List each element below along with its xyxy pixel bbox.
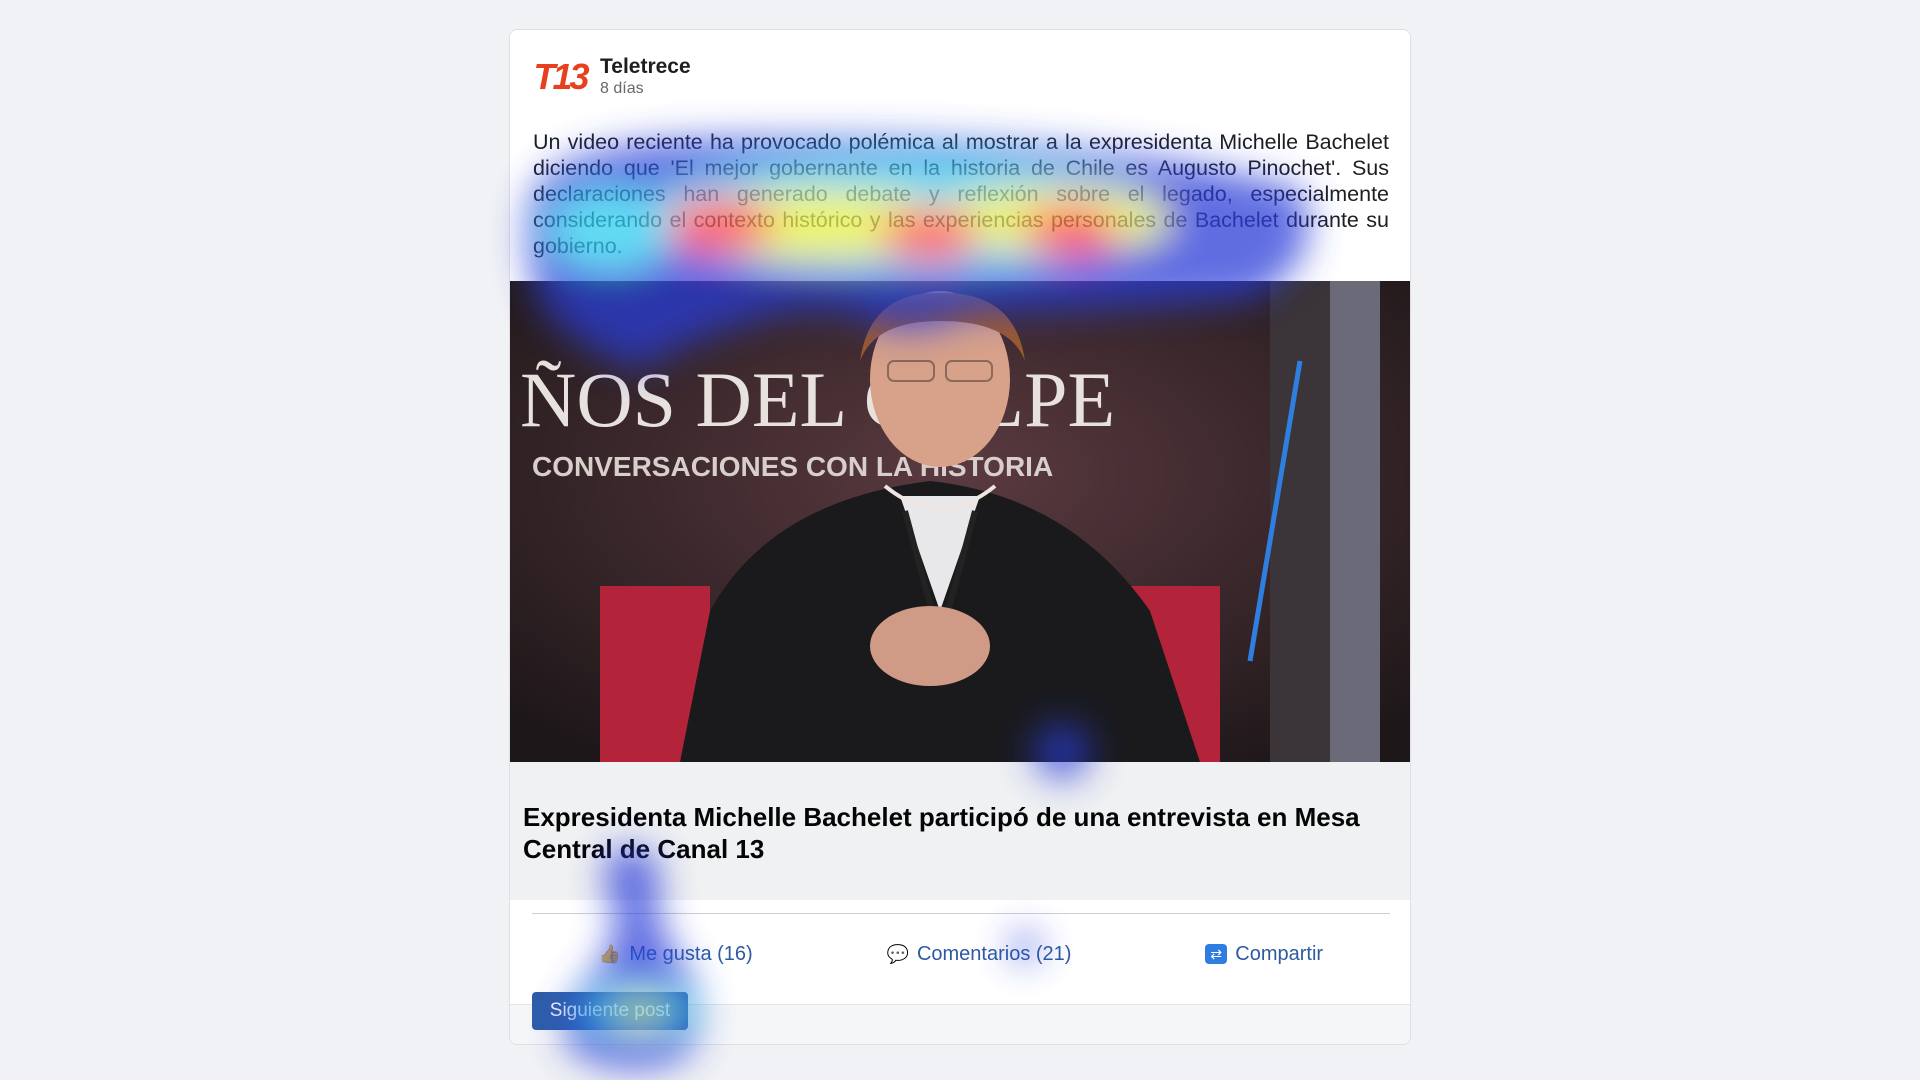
post-image[interactable]: ÑOS DEL GOLPE CONVERSACIONES CON LA HIST… [510, 281, 1410, 762]
post-card: T13 Teletrece 8 días Un video reciente h… [509, 29, 1411, 1045]
thumbs-up-icon: 👍 [598, 943, 622, 964]
action-divider [532, 913, 1390, 914]
comment-label: Comentarios (21) [916, 942, 1072, 965]
speech-bubble-icon: 💬 [886, 943, 909, 964]
share-icon: ⇄ [1205, 944, 1228, 964]
post-header: T13 Teletrece 8 días [532, 47, 691, 107]
post-text: Un video reciente ha provocado polémica … [533, 130, 1389, 258]
post-time: 8 días [600, 80, 644, 97]
link-title[interactable]: Expresidenta Michelle Bachelet participó… [523, 801, 1403, 865]
like-button[interactable]: 👍 Me gusta (16) [599, 943, 753, 966]
author-block: Teletrece 8 días [600, 55, 691, 99]
banner-line-1: ÑOS DEL GOLPE [520, 356, 1115, 443]
comment-button[interactable]: 💬 Comentarios (21) [887, 943, 1072, 966]
share-button[interactable]: ⇄ Compartir [1205, 943, 1323, 966]
logo-text: T13 [533, 56, 589, 97]
share-label: Compartir [1235, 942, 1324, 965]
action-bar: 👍 Me gusta (16) 💬 Comentarios (21) ⇄ Com… [532, 930, 1390, 978]
banner-line-2: CONVERSACIONES CON LA HISTORIA [532, 451, 1053, 482]
photo-illustration: ÑOS DEL GOLPE CONVERSACIONES CON LA HIST… [510, 281, 1410, 762]
like-label: Me gusta (16) [629, 942, 753, 965]
author-name[interactable]: Teletrece [600, 55, 691, 79]
teletrece-logo: T13 [532, 49, 589, 105]
next-post-button[interactable]: Siguiente post [532, 992, 688, 1030]
